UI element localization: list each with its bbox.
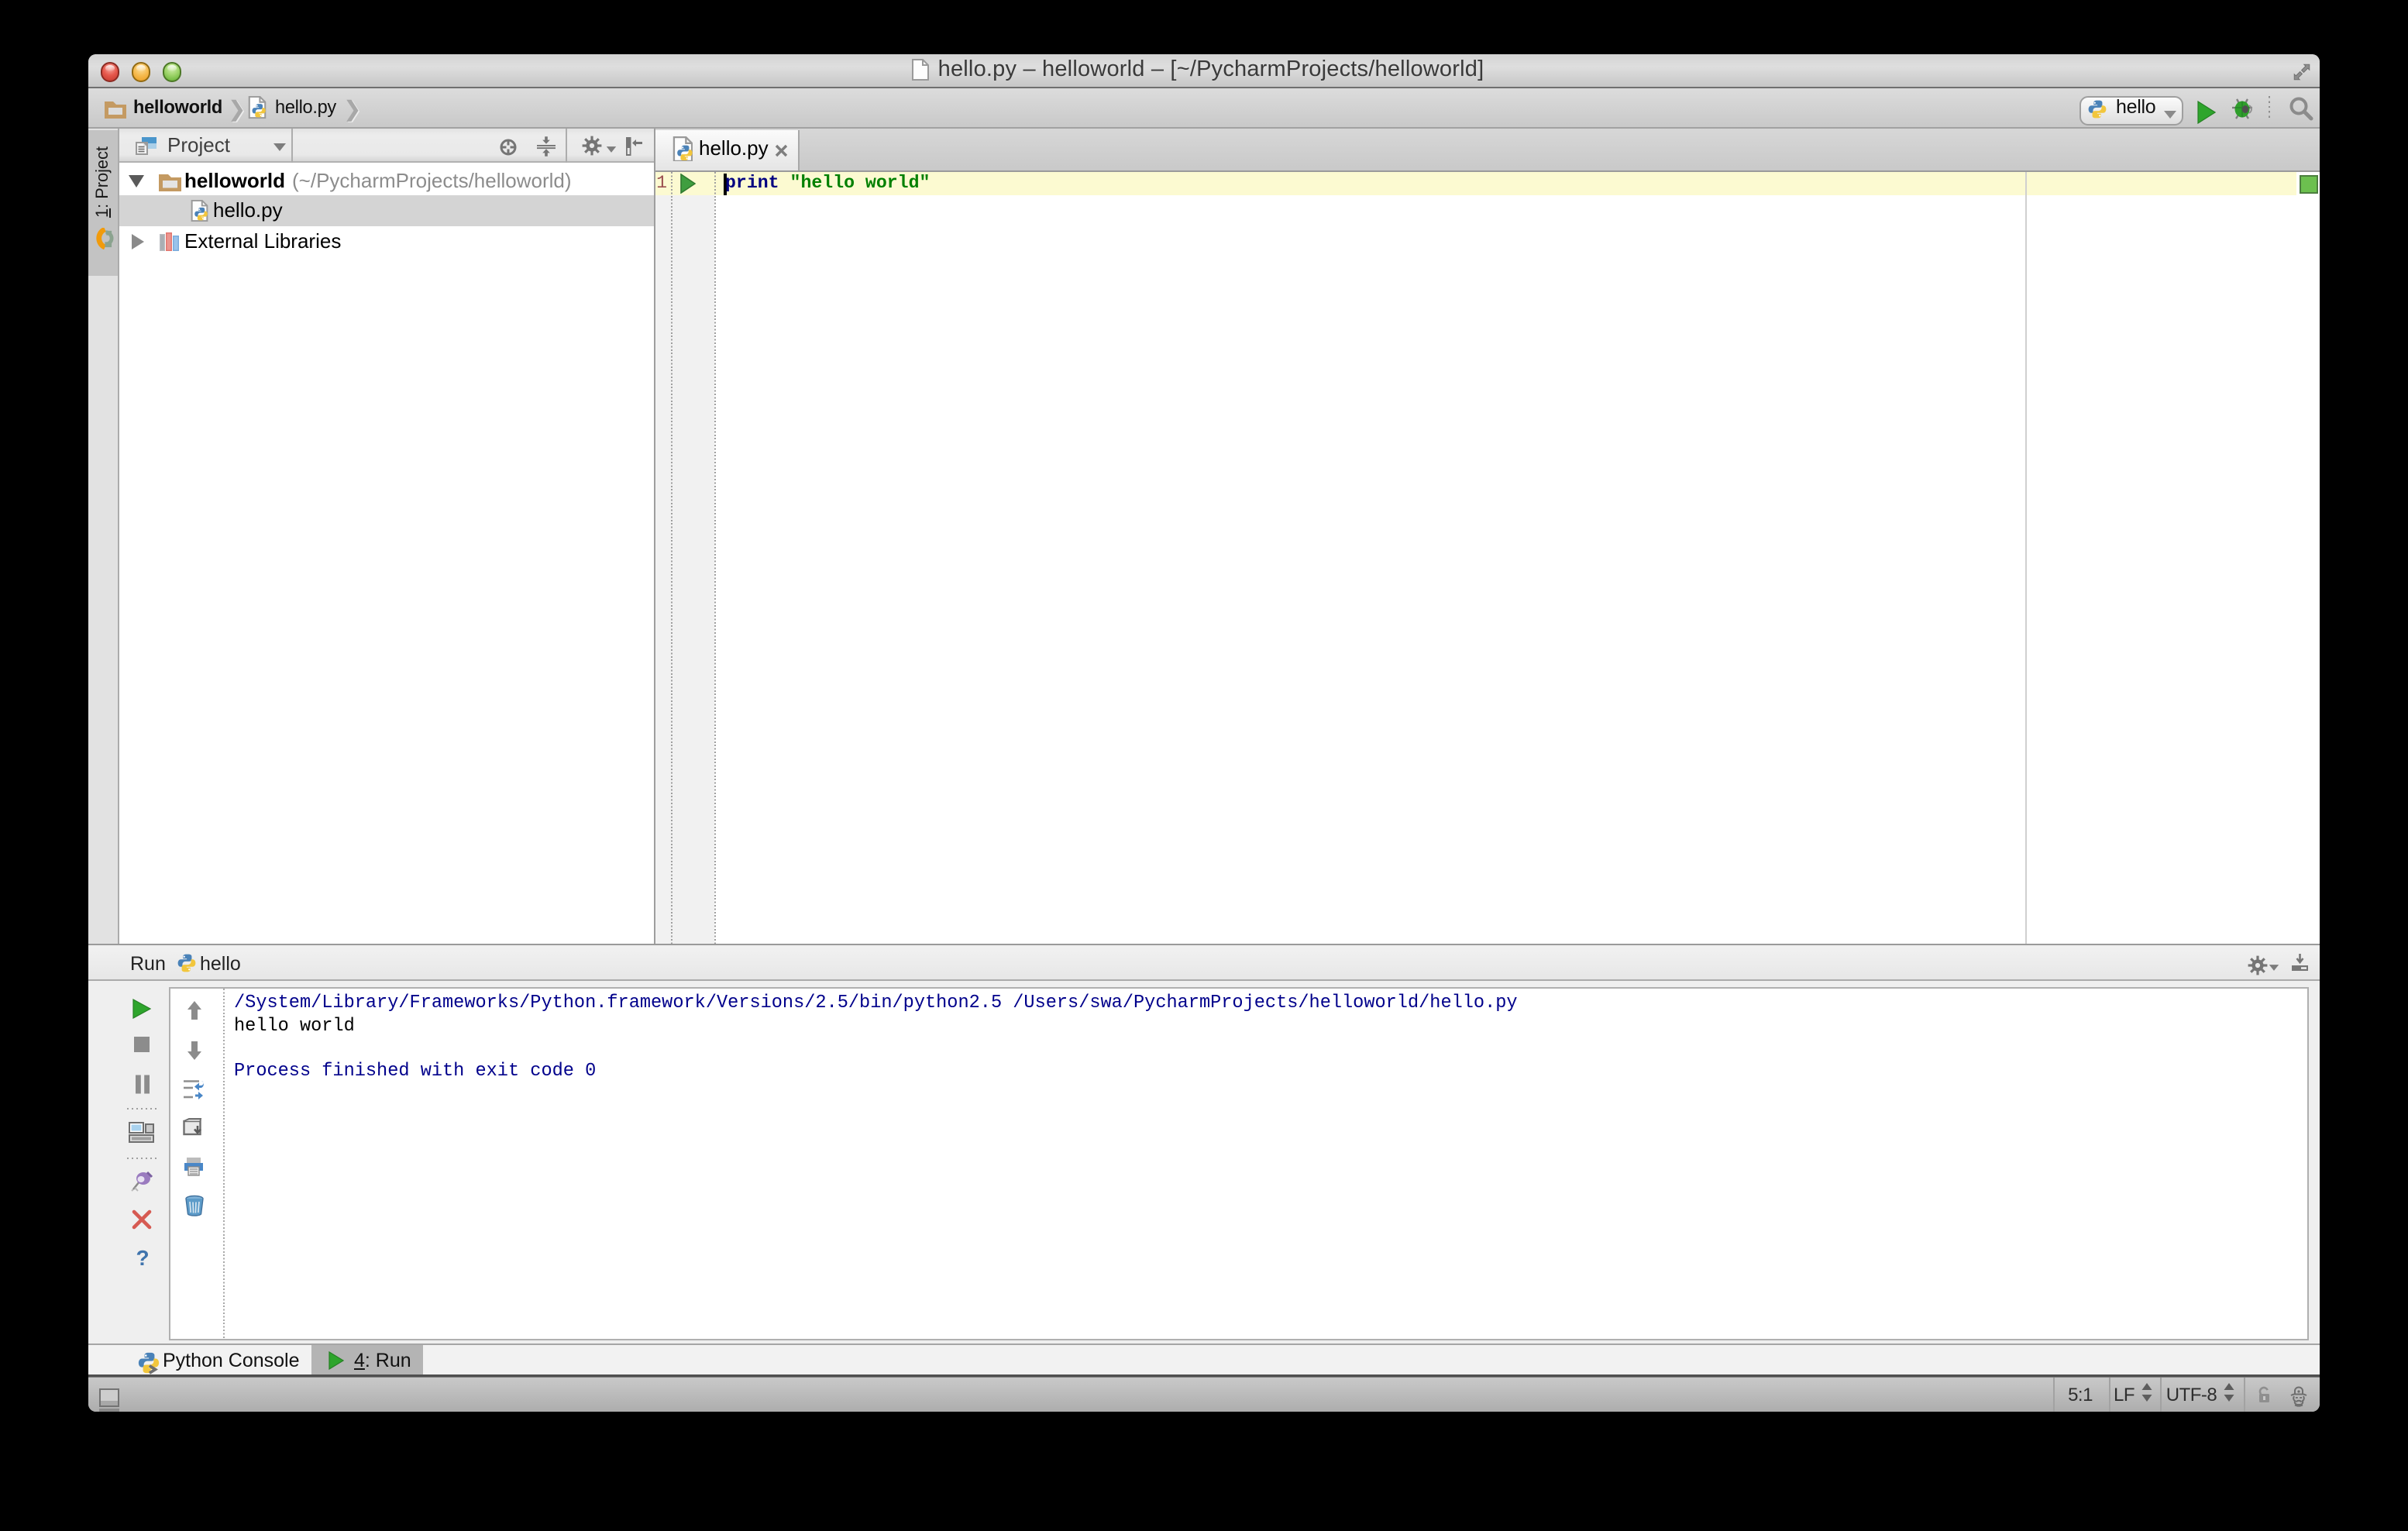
svg-text:?: ? [135, 1247, 148, 1270]
